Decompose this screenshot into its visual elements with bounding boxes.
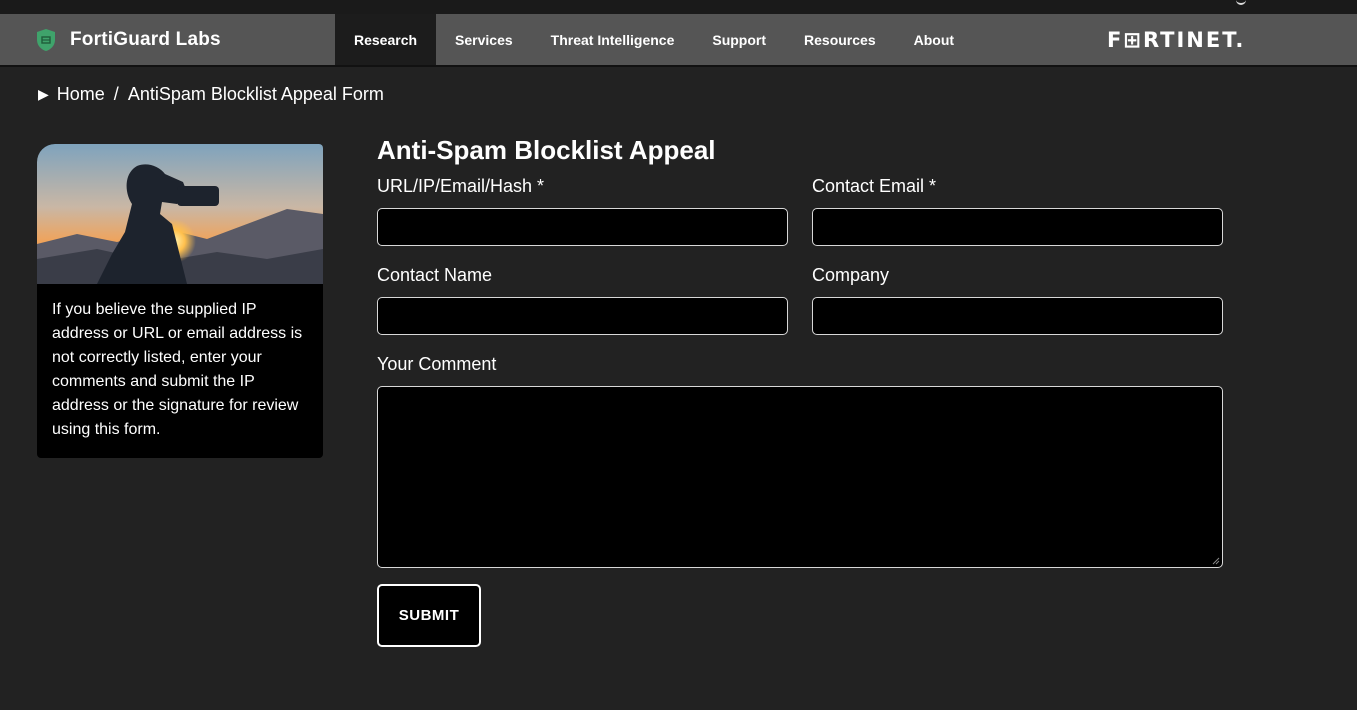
fortiguard-shield-icon (37, 28, 55, 51)
contact-name-input[interactable] (377, 297, 788, 335)
breadcrumb-current: AntiSpam Blocklist Appeal Form (127, 84, 384, 104)
top-navbar: FortiGuard Labs Research Services Threat… (0, 14, 1357, 67)
comment-textarea[interactable] (377, 386, 1223, 568)
nav-services[interactable]: Services (436, 14, 532, 65)
binoculars-photo (37, 144, 323, 284)
url-label: URL/IP/Email/Hash * (377, 176, 545, 196)
info-card-text: If you believe the supplied IP address o… (52, 301, 303, 438)
submit-button[interactable]: SUBMIT (377, 584, 481, 647)
nav-about[interactable]: About (895, 14, 973, 65)
nav-resources[interactable]: Resources (785, 14, 895, 65)
company-input[interactable] (812, 297, 1223, 335)
form-title: Anti-Spam Blocklist Appeal (377, 135, 716, 165)
brand-name: FortiGuard Labs (70, 28, 221, 50)
contact-name-label: Contact Name (377, 265, 493, 285)
nav-research[interactable]: Research (335, 14, 437, 65)
brand[interactable]: FortiGuard Labs (36, 14, 221, 65)
contact-email-input[interactable] (812, 208, 1223, 246)
nav-support[interactable]: Support (693, 14, 785, 65)
fortinet-logo[interactable]: F⊞RTINET. (1107, 28, 1245, 52)
resize-grip-icon[interactable] (1212, 557, 1220, 565)
cursor-indicator (1236, 0, 1246, 5)
nav-threat-intelligence[interactable]: Threat Intelligence (532, 14, 694, 65)
top-strip (0, 0, 1357, 14)
info-card: If you believe the supplied IP address o… (37, 144, 323, 458)
contact-email-label: Contact Email * (812, 176, 937, 196)
breadcrumb-arrow-icon: ▶ (38, 86, 49, 102)
comment-label: Your Comment (377, 354, 497, 374)
breadcrumb-home[interactable]: Home (57, 84, 105, 105)
company-label: Company (812, 265, 890, 285)
breadcrumb-separator: / (113, 84, 119, 104)
main-nav: Research Services Threat Intelligence Su… (335, 14, 973, 65)
url-input[interactable] (377, 208, 788, 246)
breadcrumb: ▶ Home / AntiSpam Blocklist Appeal Form (38, 84, 384, 105)
